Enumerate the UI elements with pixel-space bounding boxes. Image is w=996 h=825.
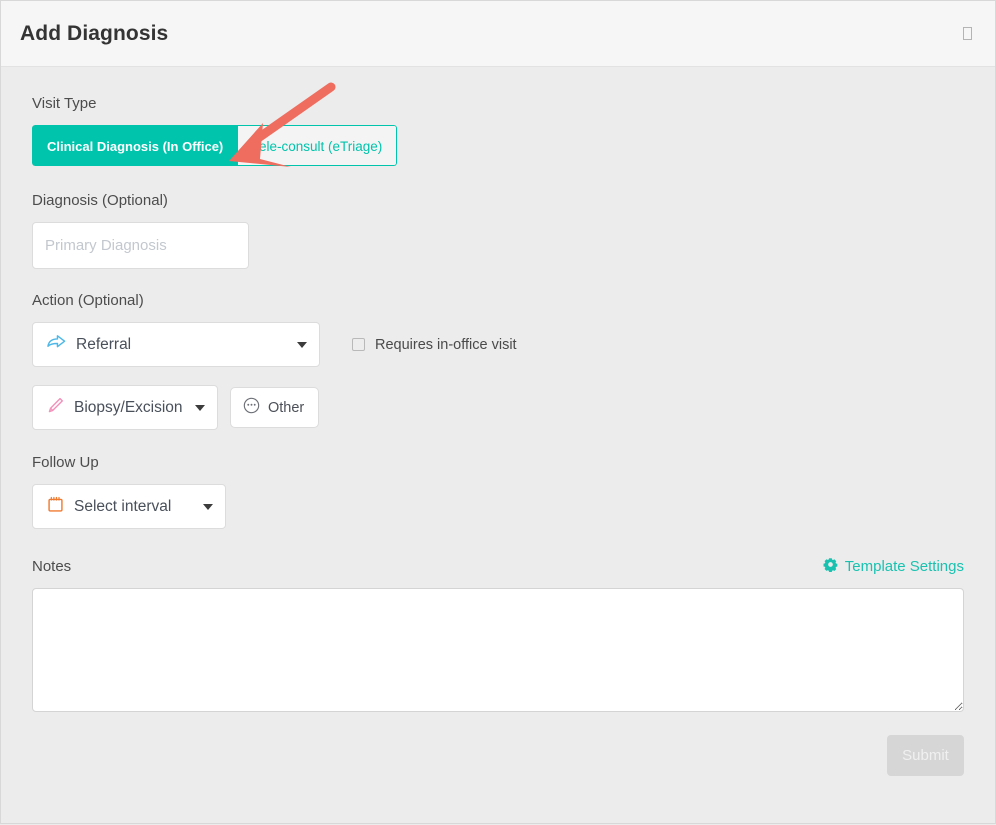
biopsy-select-value: Biopsy/Excision xyxy=(74,398,183,416)
diagnosis-label: Diagnosis (Optional) xyxy=(32,192,168,209)
close-glyph-box xyxy=(962,27,972,40)
primary-diagnosis-input[interactable] xyxy=(32,222,249,269)
biopsy-select[interactable]: Biopsy/Excision xyxy=(32,385,218,430)
referral-select[interactable]: Referral xyxy=(32,322,320,367)
calendar-icon xyxy=(47,496,64,518)
chevron-down-icon xyxy=(203,503,213,510)
modal-body: Visit Type Clinical Diagnosis (In Office… xyxy=(1,67,995,823)
submit-button[interactable]: Submit xyxy=(887,735,964,776)
template-settings-label: Template Settings xyxy=(844,558,964,575)
scalpel-icon xyxy=(47,397,64,419)
notes-label: Notes xyxy=(32,558,72,575)
share-arrow-icon xyxy=(47,334,66,355)
visit-type-option-clinical[interactable]: Clinical Diagnosis (In Office) xyxy=(32,125,239,166)
referral-select-value: Referral xyxy=(76,335,132,353)
requires-in-office-visit-label: Requires in-office visit xyxy=(375,336,517,353)
other-action-label: Other xyxy=(268,399,305,416)
visit-type-label: Visit Type xyxy=(32,95,97,112)
template-settings-button[interactable]: Template Settings xyxy=(823,557,964,576)
chevron-down-icon xyxy=(195,404,205,411)
follow-up-label: Follow Up xyxy=(32,454,99,471)
close-icon[interactable] xyxy=(957,24,977,44)
action-label: Action (Optional) xyxy=(32,292,144,309)
requires-in-office-visit-field: Requires in-office visit xyxy=(352,337,517,353)
modal-footer: Submit xyxy=(32,735,964,776)
requires-in-office-visit-checkbox[interactable] xyxy=(352,338,365,351)
other-action-button[interactable]: Other xyxy=(230,387,320,428)
notes-textarea[interactable] xyxy=(32,588,964,712)
modal-header: Add Diagnosis xyxy=(1,1,995,67)
add-diagnosis-modal: Add Diagnosis Visit Type Clinical Diagno… xyxy=(0,0,996,824)
notes-header: Notes Template Settings xyxy=(32,557,964,576)
visit-type-option-teleconsult[interactable]: Tele-consult (eTriage) xyxy=(238,125,398,166)
action-referral-row: Referral Requires in-office visit xyxy=(32,322,964,367)
follow-up-interval-value: Select interval xyxy=(74,497,172,515)
chevron-down-icon xyxy=(297,341,307,348)
follow-up-interval-select[interactable]: Select interval xyxy=(32,484,226,529)
visit-type-toggle-group: Clinical Diagnosis (In Office) Tele-cons… xyxy=(32,125,398,166)
page-title: Add Diagnosis xyxy=(20,21,169,45)
gear-icon xyxy=(823,557,838,576)
action-biopsy-row: Biopsy/Excision Other xyxy=(32,385,964,430)
ellipsis-circle-icon xyxy=(243,397,260,419)
follow-up-row: Select interval xyxy=(32,484,964,529)
